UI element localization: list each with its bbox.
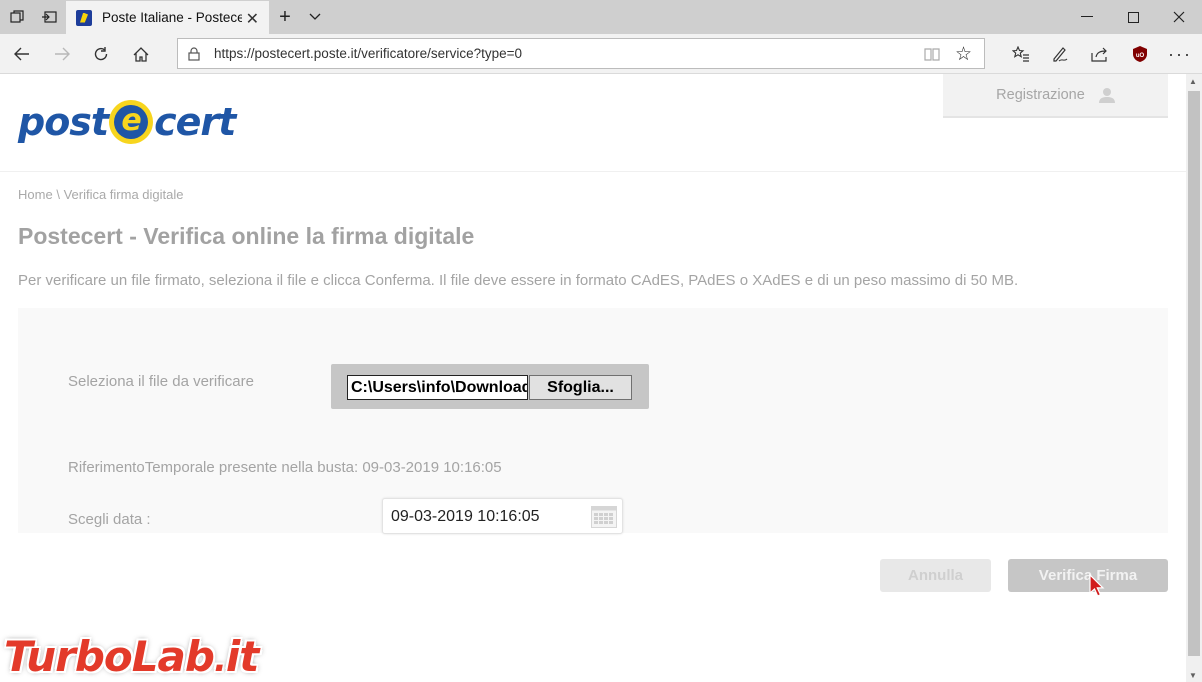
logo-text-cert: cert (154, 100, 236, 144)
home-icon[interactable] (121, 38, 161, 70)
date-label: Scegli data : (68, 511, 151, 528)
address-bar[interactable]: https://postecert.poste.it/verificatore/… (177, 38, 985, 69)
watermark-text-left: TurboLab (4, 632, 215, 681)
logo-text-post: post (18, 100, 109, 144)
tab-list-icon[interactable] (298, 0, 332, 34)
close-tab-icon[interactable]: ✕ (246, 9, 259, 29)
scroll-up-icon[interactable]: ▲ (1189, 77, 1197, 86)
postecert-logo[interactable]: post e cert (18, 97, 236, 147)
calendar-icon[interactable] (591, 506, 617, 528)
svg-text:uO: uO (1136, 53, 1145, 59)
intro-text: Per verificare un file firmato, selezion… (18, 272, 1019, 289)
address-bar-row: https://postecert.poste.it/verificatore/… (0, 34, 1202, 74)
tab-manager-icon[interactable] (0, 0, 34, 34)
scroll-down-icon[interactable]: ▼ (1189, 671, 1197, 680)
logo-e-icon: e (109, 100, 154, 144)
verify-signature-button[interactable]: Verifica Firma (1008, 559, 1168, 592)
refresh-icon[interactable] (81, 38, 121, 70)
cancel-button[interactable]: Annulla (880, 559, 991, 592)
new-tab-button[interactable]: + (268, 0, 302, 34)
set-tabs-aside-icon[interactable] (32, 0, 66, 34)
breadcrumb-current: Verifica firma digitale (63, 187, 184, 202)
register-button[interactable]: Registrazione (943, 74, 1168, 118)
file-label: Seleziona il file da verificare (68, 373, 254, 390)
lock-icon (188, 46, 200, 61)
active-tab[interactable]: Poste Italiane - Postecert ✕ (66, 1, 269, 34)
browser-tab-bar: Poste Italiane - Postecert ✕ + (0, 0, 1202, 34)
forward-icon[interactable] (42, 38, 82, 70)
watermark-text-right: it (225, 632, 259, 681)
postecert-favicon-icon (76, 9, 92, 26)
vertical-scrollbar[interactable]: ▲ ▼ (1186, 74, 1202, 682)
close-window-icon[interactable] (1156, 0, 1202, 34)
web-page: post e cert Registrazione Home \ Verific… (0, 74, 1186, 682)
mouse-cursor-icon (1089, 573, 1105, 598)
logo-text-e: e (114, 105, 149, 139)
back-icon[interactable] (2, 38, 42, 70)
url-text: https://postecert.poste.it/verificatore/… (214, 46, 523, 61)
minimize-icon[interactable] (1064, 0, 1110, 34)
page-title: Postecert - Verifica online la firma dig… (18, 223, 475, 249)
user-icon (1098, 87, 1115, 103)
timestamp-reference-text: RiferimentoTemporale presente nella bust… (68, 459, 502, 476)
ublock-extension-icon[interactable]: uO (1120, 38, 1160, 70)
register-label: Registrazione (996, 87, 1085, 103)
watermark-dot: . (213, 640, 227, 680)
breadcrumb-separator: \ (56, 187, 60, 202)
more-menu-icon[interactable]: ··· (1160, 38, 1200, 70)
header-divider (0, 171, 1186, 172)
favorites-hub-icon[interactable] (1001, 38, 1041, 70)
browse-button[interactable]: Sfoglia... (529, 375, 632, 400)
breadcrumb: Home \ Verifica firma digitale (18, 187, 184, 202)
reading-view-icon[interactable] (924, 46, 940, 62)
date-value: 09-03-2019 10:16:05 (391, 508, 540, 525)
favorite-star-icon[interactable]: ☆ (955, 43, 972, 66)
tab-title: Poste Italiane - Postecert (102, 10, 242, 25)
maximize-icon[interactable] (1110, 0, 1156, 34)
breadcrumb-home-link[interactable]: Home (18, 187, 53, 202)
file-path-input[interactable]: C:\Users\info\Downloads (347, 375, 528, 400)
turbolab-watermark: TurboLab.it (4, 632, 259, 681)
scrollbar-thumb[interactable] (1188, 91, 1200, 656)
date-input[interactable]: 09-03-2019 10:16:05 (382, 498, 623, 534)
pen-notes-icon[interactable] (1040, 38, 1080, 70)
share-icon[interactable] (1080, 38, 1120, 70)
